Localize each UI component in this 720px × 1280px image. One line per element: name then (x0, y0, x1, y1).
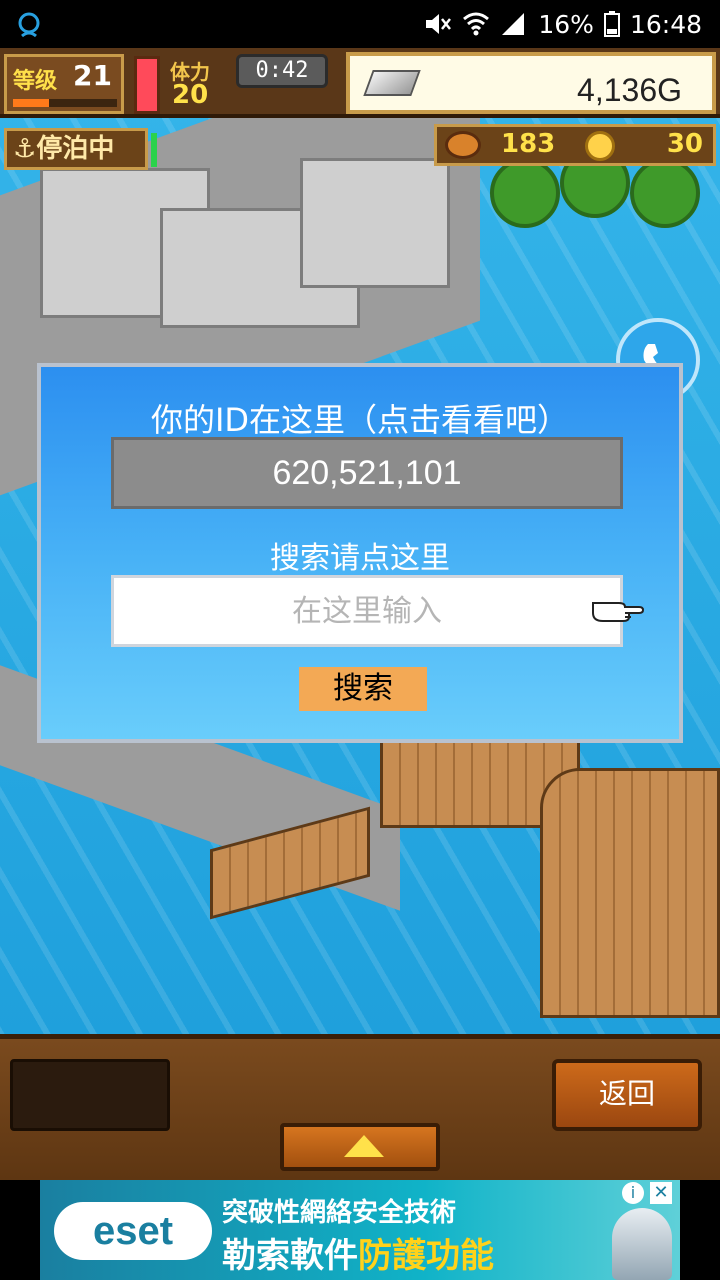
back-button[interactable]: 返回 (552, 1059, 702, 1131)
level-label: 等级 (13, 69, 58, 94)
player-id-box[interactable]: 620,521,101 (111, 437, 623, 509)
resources-panel: 183 30 (434, 124, 716, 166)
anchor-gauge (151, 133, 157, 167)
hp-gauge (134, 56, 160, 114)
bottom-hud: 返回 (0, 1034, 720, 1180)
coin-value: 30 (666, 129, 703, 159)
castle-tower (300, 158, 450, 288)
silver-ingot-icon (363, 70, 421, 96)
food-icon (445, 131, 481, 159)
ad-line2-plain: 勒索軟件 (222, 1236, 358, 1276)
ad-line1: 突破性網絡安全技術 (222, 1198, 457, 1228)
tree (630, 158, 700, 228)
anchor-status-label: 停泊中 (36, 134, 115, 164)
ad-info-icon[interactable]: i (622, 1182, 644, 1204)
exp-bar (13, 99, 117, 107)
food-value: 183 (501, 129, 556, 159)
coin-icon (585, 131, 615, 161)
battery-icon (603, 11, 620, 37)
tree (490, 158, 560, 228)
stamina-panel: 体力 20 (166, 54, 234, 114)
notification-icon (18, 12, 40, 38)
dialog-title: 你的ID在这里（点击看看吧） (150, 401, 570, 439)
clock: 16:48 (629, 9, 702, 39)
arrow-up-icon (344, 1135, 384, 1157)
search-prompt: 搜索请点这里 (270, 541, 450, 576)
gold-value: 4,136G (577, 72, 682, 108)
exp-bar-fill (13, 99, 50, 107)
anchor-status[interactable]: ⚓停泊中 (4, 128, 157, 170)
ad-close-icon[interactable]: ✕ (650, 1182, 672, 1204)
mute-icon (426, 14, 452, 34)
wifi-icon (463, 12, 490, 36)
status-bar: 16% 16:48 (0, 0, 720, 48)
robot-image (612, 1208, 672, 1280)
friend-search-dialog: 你的ID在这里（点击看看吧） 620,521,101 搜索请点这里 搜索 (37, 363, 683, 743)
level-value: 21 (73, 59, 112, 92)
battery-percent: 16% (538, 9, 594, 39)
empty-slot (10, 1059, 170, 1131)
ship-deck (540, 768, 720, 1018)
ad-line2-highlight: 防護功能 (358, 1236, 494, 1276)
pointing-hand-icon (592, 602, 645, 622)
search-button[interactable]: 搜索 (299, 667, 427, 711)
signal-icon (502, 13, 525, 35)
ad-line2: 勒索軟件防護功能 (222, 1228, 494, 1277)
expand-menu-button[interactable] (280, 1123, 440, 1171)
ad-banner[interactable]: eset 突破性網絡安全技術 勒索軟件防護功能 i ✕ (40, 1180, 680, 1280)
timer: 0:42 (236, 54, 328, 88)
stamina-value: 20 (172, 80, 209, 110)
gold-panel[interactable]: 4,136G (346, 52, 716, 114)
anchor-icon: ⚓ (13, 134, 37, 164)
level-panel[interactable]: 等级 21 (4, 54, 124, 114)
eset-logo: eset (54, 1202, 212, 1260)
search-input[interactable] (111, 575, 623, 647)
